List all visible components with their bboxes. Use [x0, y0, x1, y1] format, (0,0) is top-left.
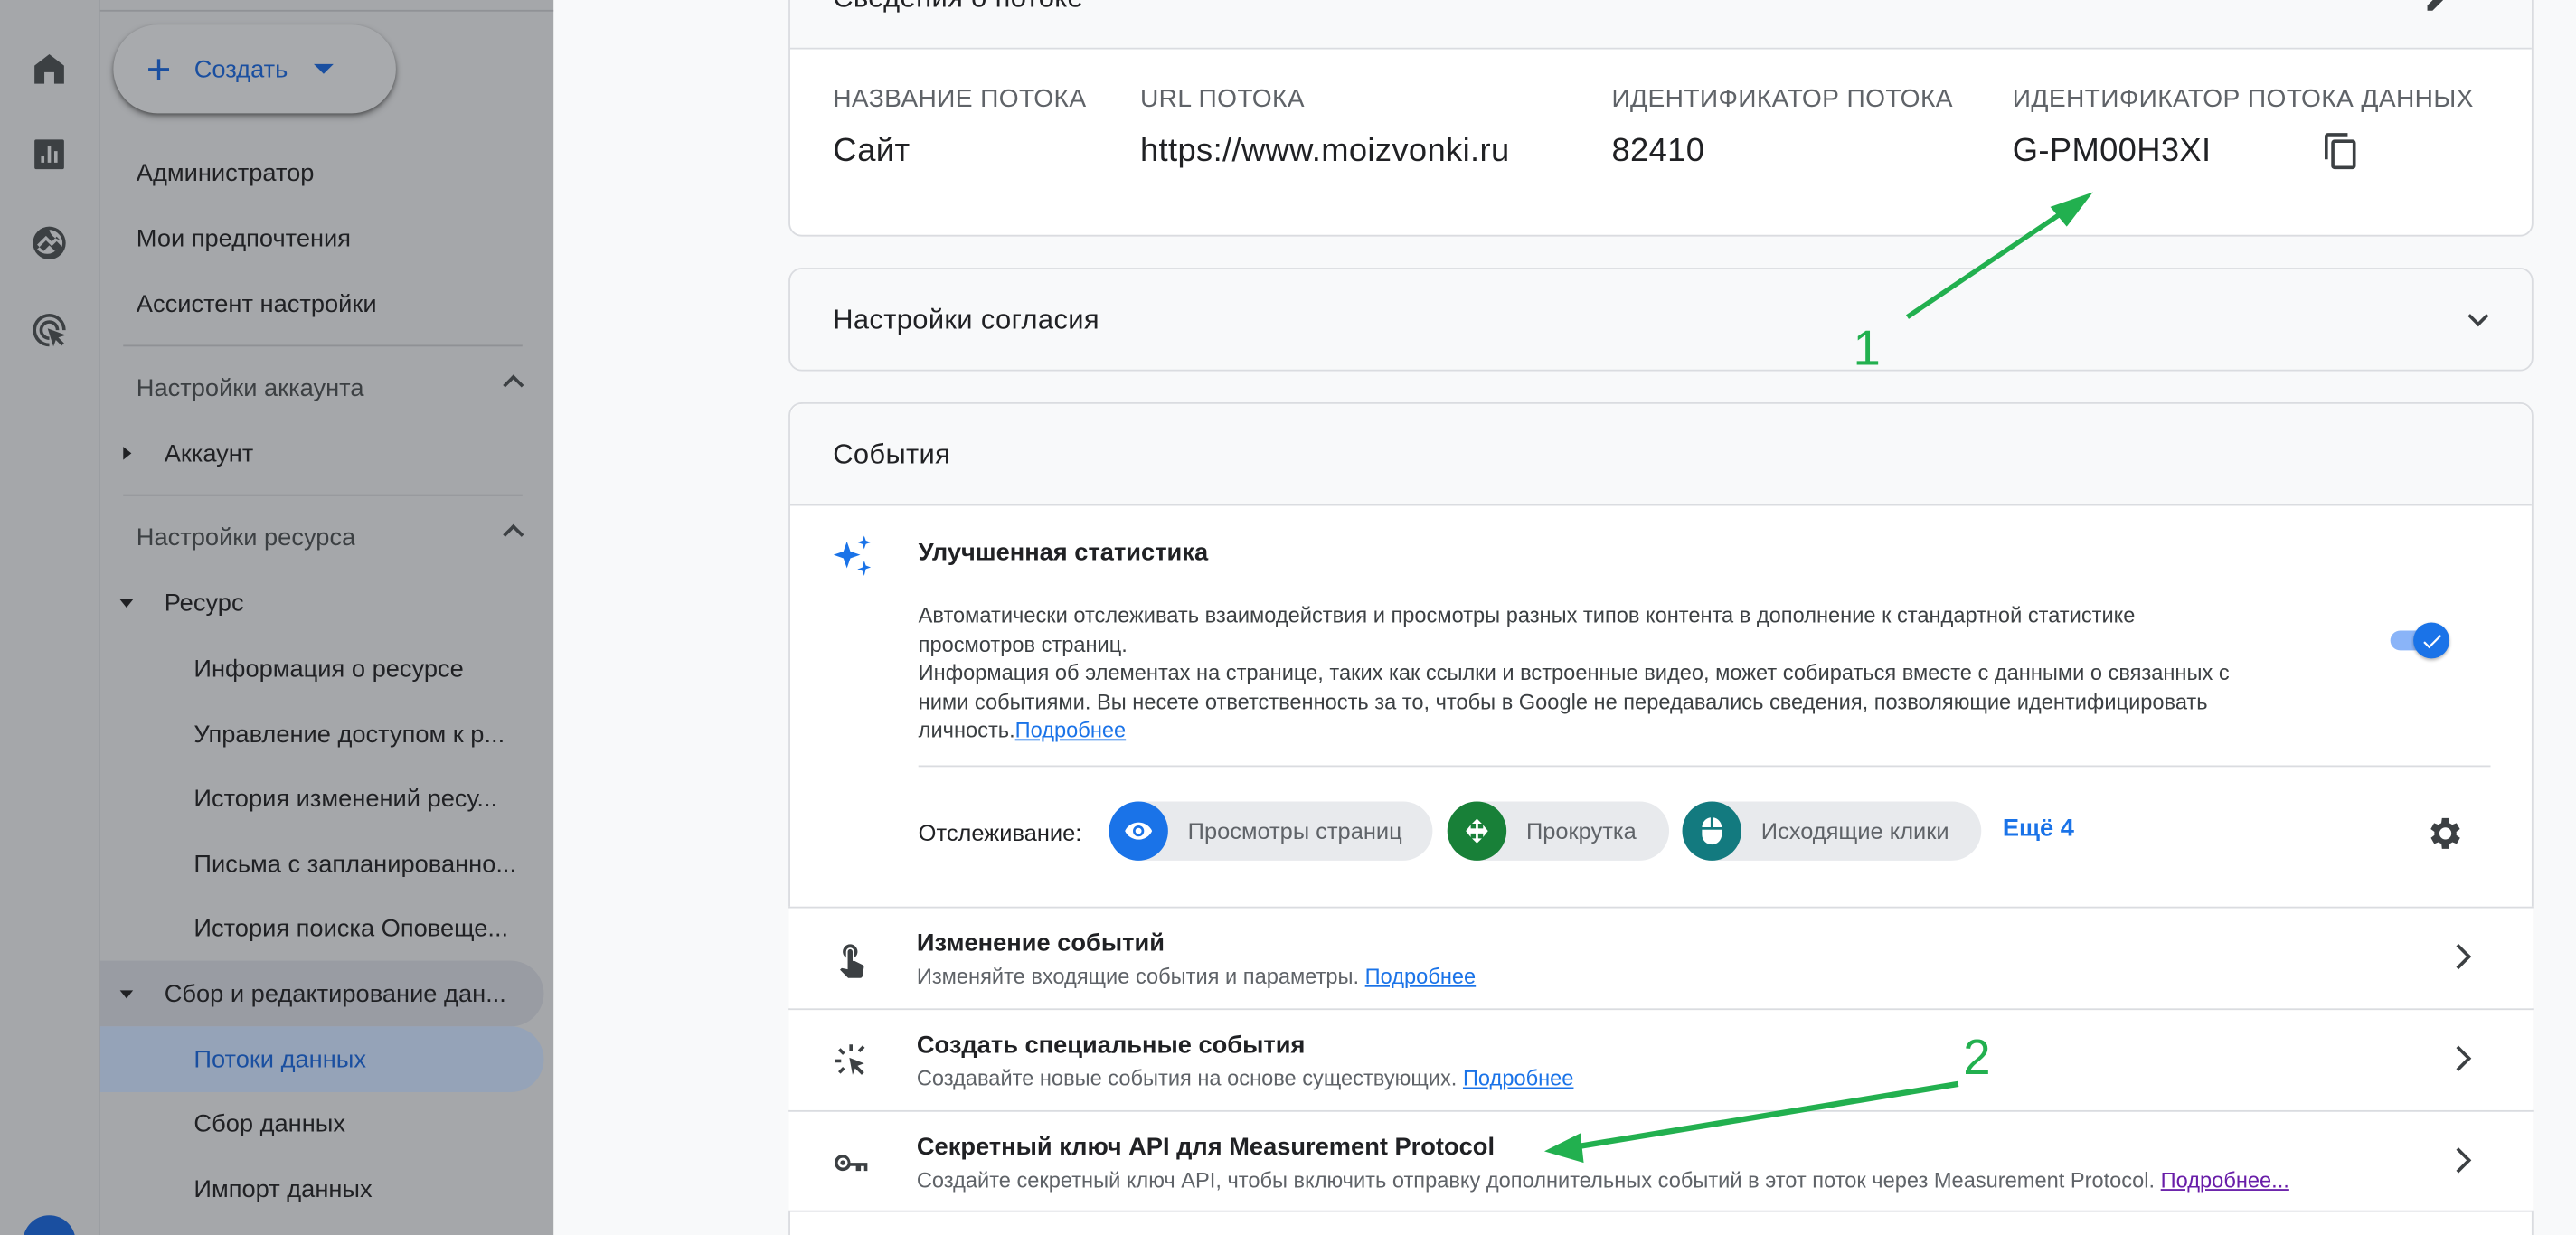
sparkle-icon — [833, 535, 872, 576]
row-measurement-protocol-secrets[interactable]: Секретный ключ API для Measurement Proto… — [788, 1109, 2534, 1212]
chip-label: Исходящие клики — [1760, 817, 1949, 844]
stream-id-value: 82410 — [1611, 133, 1705, 170]
sidebar-section-account-settings[interactable]: Настройки аккаунта — [100, 354, 553, 420]
sidebar: + Создать Администратор Мои предпочтения… — [99, 0, 554, 1235]
create-button[interactable]: + Создать — [113, 24, 396, 114]
sidebar-item-alerts-history[interactable]: История поиска Оповеще... — [100, 895, 553, 961]
description-line: личность. — [918, 717, 1015, 743]
touch-icon — [831, 939, 871, 979]
sidebar-item-prefs[interactable]: Мои предпочтения — [100, 205, 553, 271]
learn-more-link[interactable]: Подробнее — [1463, 1066, 1574, 1090]
chevron-right-icon — [2445, 1147, 2472, 1174]
description-line: просмотров страниц. — [918, 631, 1128, 656]
collapse-arrow-icon — [119, 990, 134, 999]
enhanced-measurement-toggle[interactable] — [2387, 622, 2453, 659]
cursor-click-icon — [831, 1042, 871, 1081]
stream-name-label: НАЗВАНИЕ ПОТОКА — [833, 85, 1087, 114]
divider — [99, 9, 554, 12]
explore-icon[interactable] — [28, 222, 71, 264]
edit-icon[interactable] — [2423, 0, 2456, 14]
chevron-down-icon[interactable] — [2467, 306, 2489, 327]
stream-id-label: ИДЕНТИФИКАТОР ПОТОКА — [1611, 85, 1953, 114]
description-line: Информация об элементах на странице, так… — [918, 660, 2230, 685]
divider — [123, 344, 523, 347]
tracking-label: Отслеживание: — [918, 819, 1082, 846]
sidebar-item-data-import[interactable]: Импорт данных — [100, 1156, 553, 1222]
sidebar-item-resource-info[interactable]: Информация о ресурсе — [100, 636, 553, 702]
row-create-custom-events[interactable]: Создать специальные события Создавайте н… — [788, 1008, 2534, 1110]
divider — [123, 494, 523, 496]
chip-scroll[interactable]: Прокрутка — [1447, 801, 1670, 861]
sidebar-item-data-gathering[interactable]: Сбор данных — [100, 1090, 553, 1156]
learn-more-link[interactable]: Подробнее — [1365, 964, 1477, 988]
advertising-icon[interactable] — [28, 309, 71, 352]
sidebar-item-data-streams[interactable]: Потоки данных — [99, 1026, 544, 1092]
expand-arrow-icon — [123, 447, 132, 460]
enhanced-measurement-title: Улучшенная статистика — [918, 538, 1209, 567]
learn-more-link[interactable]: Подробнее... — [2161, 1168, 2289, 1193]
chip-outbound-clicks[interactable]: Исходящие клики — [1682, 801, 1982, 861]
key-icon — [831, 1143, 871, 1183]
sidebar-item-account[interactable]: Аккаунт — [100, 420, 553, 486]
check-icon — [2413, 622, 2450, 659]
reports-icon[interactable] — [28, 133, 71, 175]
consent-settings-card[interactable]: Настройки согласия — [788, 268, 2534, 372]
scroll-arrows-icon — [1447, 801, 1507, 861]
stream-url-label: URL ПОТОКА — [1139, 85, 1305, 114]
chevron-up-icon — [503, 523, 524, 545]
copy-icon[interactable] — [2321, 131, 2361, 171]
sidebar-item-admin[interactable]: Администратор — [100, 139, 553, 205]
left-rail — [0, 0, 100, 1235]
chip-page-views[interactable]: Просмотры страниц — [1109, 801, 1433, 861]
mouse-icon — [1682, 801, 1741, 861]
chevron-up-icon — [503, 374, 524, 396]
plus-icon: + — [146, 44, 172, 94]
home-icon[interactable] — [28, 48, 71, 90]
enhanced-measurement-description: Автоматически отслеживать взаимодействия… — [919, 601, 2364, 745]
sidebar-item-resource[interactable]: Ресурс — [100, 570, 553, 636]
description-line: Автоматически отслеживать взаимодействия… — [918, 602, 2136, 627]
row-title: Секретный ключ API для Measurement Proto… — [916, 1133, 1496, 1162]
collapse-arrow-icon — [119, 599, 134, 608]
sidebar-item-data-collection[interactable]: Сбор и редактирование дан... — [99, 960, 544, 1027]
row-title: Создать специальные события — [916, 1031, 1306, 1060]
eye-icon — [1109, 801, 1168, 861]
measurement-id-value: G-PM00H3XI — [2012, 133, 2212, 170]
chip-label: Прокрутка — [1525, 817, 1637, 844]
row-title: Изменение событий — [916, 929, 1165, 958]
stream-details-card: Сведения о потоке НАЗВАНИЕ ПОТОКА Сайт U… — [788, 0, 2534, 237]
sidebar-item-scheduled-emails[interactable]: Письма с запланированно... — [100, 831, 553, 897]
sidebar-item-assistant[interactable]: Ассистент настройки — [100, 271, 553, 337]
chip-label: Просмотры страниц — [1187, 817, 1402, 844]
more-chips-link[interactable]: Ещё 4 — [2003, 815, 2074, 843]
measurement-id-label: ИДЕНТИФИКАТОР ПОТОКА ДАННЫХ — [2012, 85, 2474, 114]
events-title: События — [833, 438, 951, 470]
row-description: Создайте секретный ключ API, чтобы включ… — [916, 1167, 2289, 1193]
annotation-label-1: 1 — [1853, 322, 1881, 376]
chevron-right-icon — [2445, 1045, 2472, 1071]
row-description: Изменяйте входящие события и параметры. … — [916, 964, 1477, 989]
create-button-label: Создать — [193, 54, 288, 83]
row-modify-events[interactable]: Изменение событий Изменяйте входящие соб… — [788, 906, 2534, 1009]
sidebar-item-access-management[interactable]: Управление доступом к р... — [100, 702, 553, 768]
consent-settings-title: Настройки согласия — [833, 304, 1099, 335]
chevron-right-icon — [2445, 943, 2472, 970]
row-description: Создавайте новые события на основе сущес… — [916, 1065, 1574, 1091]
caret-down-icon — [314, 63, 335, 74]
stream-name-value: Сайт — [833, 133, 911, 170]
description-line: ними событиями. Вы несете ответственност… — [918, 689, 2208, 714]
gear-icon[interactable] — [2425, 813, 2466, 853]
events-header: События — [789, 403, 2532, 506]
stream-url-value: https://www.moizvonki.ru — [1139, 133, 1510, 170]
learn-more-link[interactable]: Подробнее — [1015, 718, 1127, 742]
sidebar-item-change-history[interactable]: История изменений ресу... — [100, 765, 553, 831]
divider — [918, 765, 2491, 768]
stream-details-header: Сведения о потоке — [789, 0, 2532, 50]
annotation-label-2: 2 — [1963, 1031, 1991, 1086]
sidebar-section-resource-settings[interactable]: Настройки ресурса — [100, 504, 553, 570]
avatar[interactable] — [23, 1215, 76, 1235]
stream-details-title: Сведения о потоке — [833, 0, 1083, 14]
